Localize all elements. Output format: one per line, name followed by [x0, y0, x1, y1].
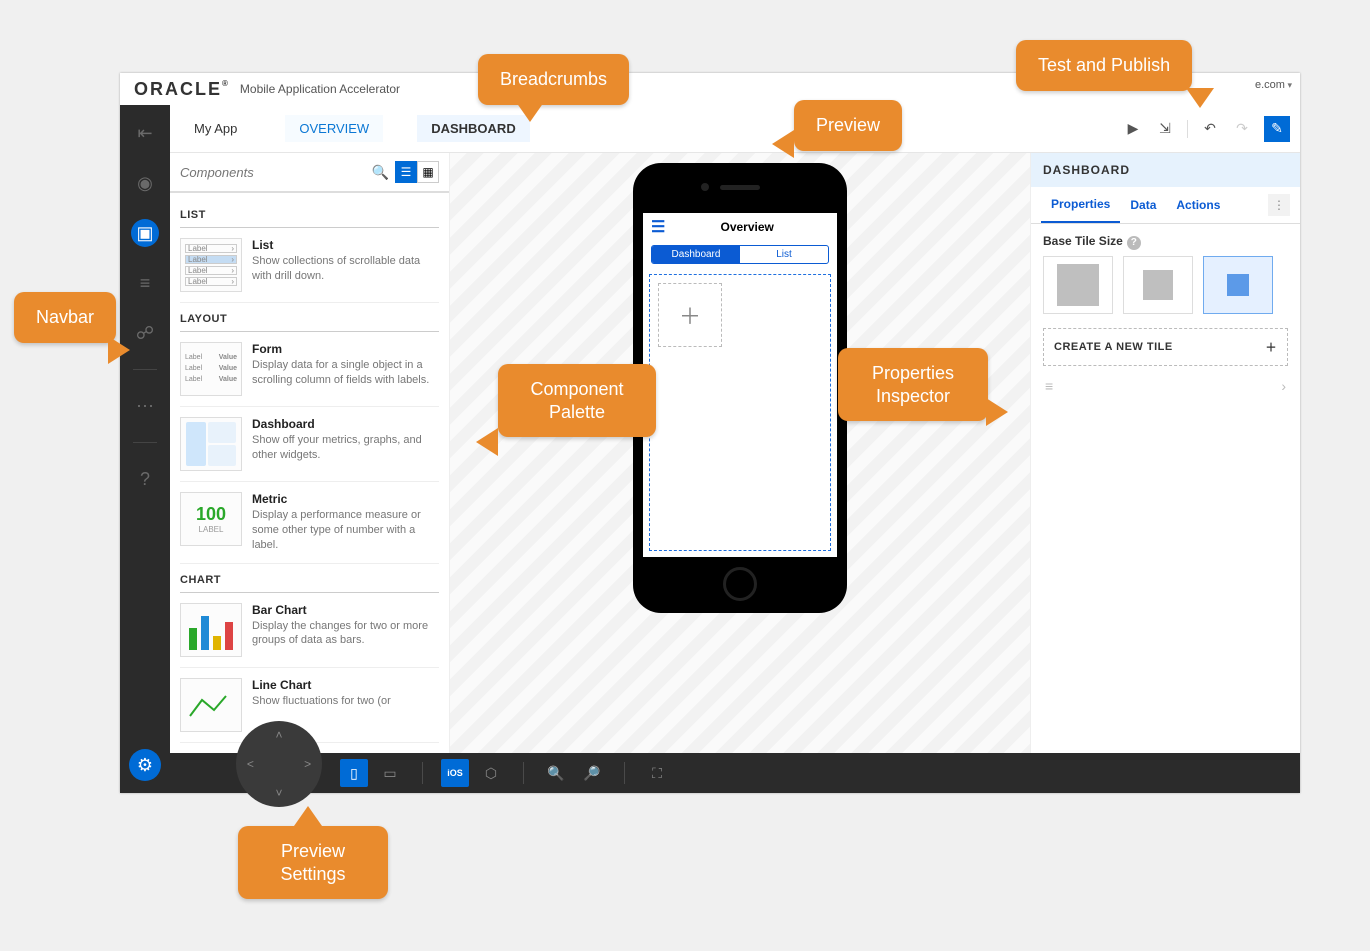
tile-size-small[interactable]: [1203, 256, 1273, 314]
fullscreen-icon[interactable]: ⛶: [643, 759, 671, 787]
breadcrumb-current: DASHBOARD: [417, 115, 530, 142]
callout-preview-settings: Preview Settings: [238, 826, 388, 899]
app-frame: ORACLE® Mobile Application Accelerator e…: [120, 73, 1300, 793]
search-icon[interactable]: 🔍: [372, 164, 389, 181]
nav-connect-icon[interactable]: ☍: [131, 319, 159, 347]
tab-actions[interactable]: Actions: [1166, 188, 1230, 222]
thumb-list-icon: Label› Label› Label› Label›: [180, 238, 242, 292]
palette-item-form[interactable]: LabelValue LabelValue LabelValue FormDis…: [180, 332, 439, 407]
preview-canvas: ☰ Overview Dashboard List ＋: [450, 153, 1030, 753]
nav-data-icon[interactable]: ≡: [131, 269, 159, 297]
tile-size-medium[interactable]: [1123, 256, 1193, 314]
hamburger-icon[interactable]: ☰: [651, 217, 665, 237]
segment-dashboard[interactable]: Dashboard: [652, 246, 740, 263]
zoom-out-icon[interactable]: 🔍: [542, 759, 570, 787]
drag-handle-icon[interactable]: ≡: [1045, 378, 1053, 394]
segmented-control: Dashboard List: [651, 245, 829, 264]
thumb-dashboard-icon: [180, 417, 242, 471]
publish-icon[interactable]: ⇲: [1155, 119, 1175, 139]
thumb-line-chart-icon: [180, 678, 242, 732]
nav-collapse-icon[interactable]: ⇤: [131, 119, 159, 147]
zoom-in-icon[interactable]: 🔎: [578, 759, 606, 787]
palette-item-metric[interactable]: 100 LABEL MetricDisplay a performance me…: [180, 482, 439, 564]
thumb-form-icon: LabelValue LabelValue LabelValue: [180, 342, 242, 396]
palette-item-dashboard[interactable]: DashboardShow off your metrics, graphs, …: [180, 407, 439, 482]
main-area: 🔍 ☰ ▦ LIST Label› Label› Label› Label› L…: [170, 153, 1300, 753]
product-name: Mobile Application Accelerator: [240, 82, 400, 96]
chevron-right-icon[interactable]: ›: [1281, 378, 1286, 394]
component-palette: 🔍 ☰ ▦ LIST Label› Label› Label› Label› L…: [170, 153, 450, 753]
tab-properties[interactable]: Properties: [1041, 187, 1120, 223]
topbar: My App OVERVIEW DASHBOARD ▶ ⇲ ↶ ↷ ✎: [170, 105, 1300, 153]
redo-icon[interactable]: ↷: [1232, 119, 1252, 139]
nav-more-icon[interactable]: ⋯: [131, 392, 159, 420]
nav-designer-icon[interactable]: ▣: [131, 219, 159, 247]
phone-frame: ☰ Overview Dashboard List ＋: [633, 163, 847, 613]
add-tile-placeholder[interactable]: ＋: [658, 283, 722, 347]
platform-android-icon[interactable]: ⬡: [477, 759, 505, 787]
create-new-tile-button[interactable]: CREATE A NEW TILE＋: [1043, 328, 1288, 366]
tab-overflow-icon[interactable]: ⋮: [1268, 194, 1290, 216]
inspector-title: DASHBOARD: [1031, 153, 1300, 187]
callout-navbar: Navbar: [14, 292, 116, 343]
oracle-logo: ORACLE®: [134, 79, 230, 100]
breadcrumb-root[interactable]: My App: [180, 115, 251, 142]
component-search-input[interactable]: [180, 165, 366, 180]
preview-settings-bar: ˄ ˂˃ ˅ ▯ ▭ iOS ⬡ 🔍 🔎 ⛶: [170, 753, 1300, 793]
help-icon[interactable]: ?: [1127, 236, 1141, 250]
segment-list[interactable]: List: [740, 246, 828, 263]
drop-area[interactable]: ＋: [649, 274, 831, 551]
play-icon[interactable]: ▶: [1123, 119, 1143, 139]
tile-size-large[interactable]: [1043, 256, 1113, 314]
thumb-metric-icon: 100 LABEL: [180, 492, 242, 546]
thumb-bar-chart-icon: [180, 603, 242, 657]
palette-item-list[interactable]: Label› Label› Label› Label› ListShow col…: [180, 228, 439, 303]
tab-data[interactable]: Data: [1120, 188, 1166, 222]
nav-help-icon[interactable]: ?: [131, 465, 159, 493]
user-menu[interactable]: e.com: [1255, 79, 1292, 91]
device-phone-icon[interactable]: ▯: [340, 759, 368, 787]
settings-gear-icon[interactable]: ⚙: [129, 749, 161, 781]
device-tablet-icon[interactable]: ▭: [376, 759, 404, 787]
plus-icon: ＋: [1266, 339, 1278, 355]
view-grid-icon[interactable]: ▦: [417, 161, 439, 183]
palette-section-chart: CHART: [180, 564, 439, 593]
view-list-icon[interactable]: ☰: [395, 161, 417, 183]
top-actions: ▶ ⇲ ↶ ↷ ✎: [1123, 116, 1290, 142]
palette-section-layout: LAYOUT: [180, 303, 439, 332]
edit-button[interactable]: ✎: [1264, 116, 1290, 142]
phone-screen: ☰ Overview Dashboard List ＋: [643, 213, 837, 557]
screen-title: Overview: [665, 220, 829, 234]
base-tile-size-label: Base Tile Size?: [1043, 234, 1288, 250]
breadcrumb-overview[interactable]: OVERVIEW: [285, 115, 383, 142]
palette-item-bar-chart[interactable]: Bar ChartDisplay the changes for two or …: [180, 593, 439, 668]
navbar: ⇤ ◉ ▣ ≡ ☍ ⋯ ? ⚙: [120, 105, 170, 793]
platform-ios-icon[interactable]: iOS: [441, 759, 469, 787]
palette-section-list: LIST: [180, 199, 439, 228]
properties-inspector: DASHBOARD Properties Data Actions ⋮ Base…: [1030, 153, 1300, 753]
brand-bar: ORACLE® Mobile Application Accelerator: [120, 73, 414, 105]
breadcrumb: My App OVERVIEW DASHBOARD: [180, 109, 530, 149]
nav-explore-icon[interactable]: ◉: [131, 169, 159, 197]
undo-icon[interactable]: ↶: [1200, 119, 1220, 139]
dpad-control[interactable]: ˄ ˂˃ ˅: [236, 721, 322, 807]
